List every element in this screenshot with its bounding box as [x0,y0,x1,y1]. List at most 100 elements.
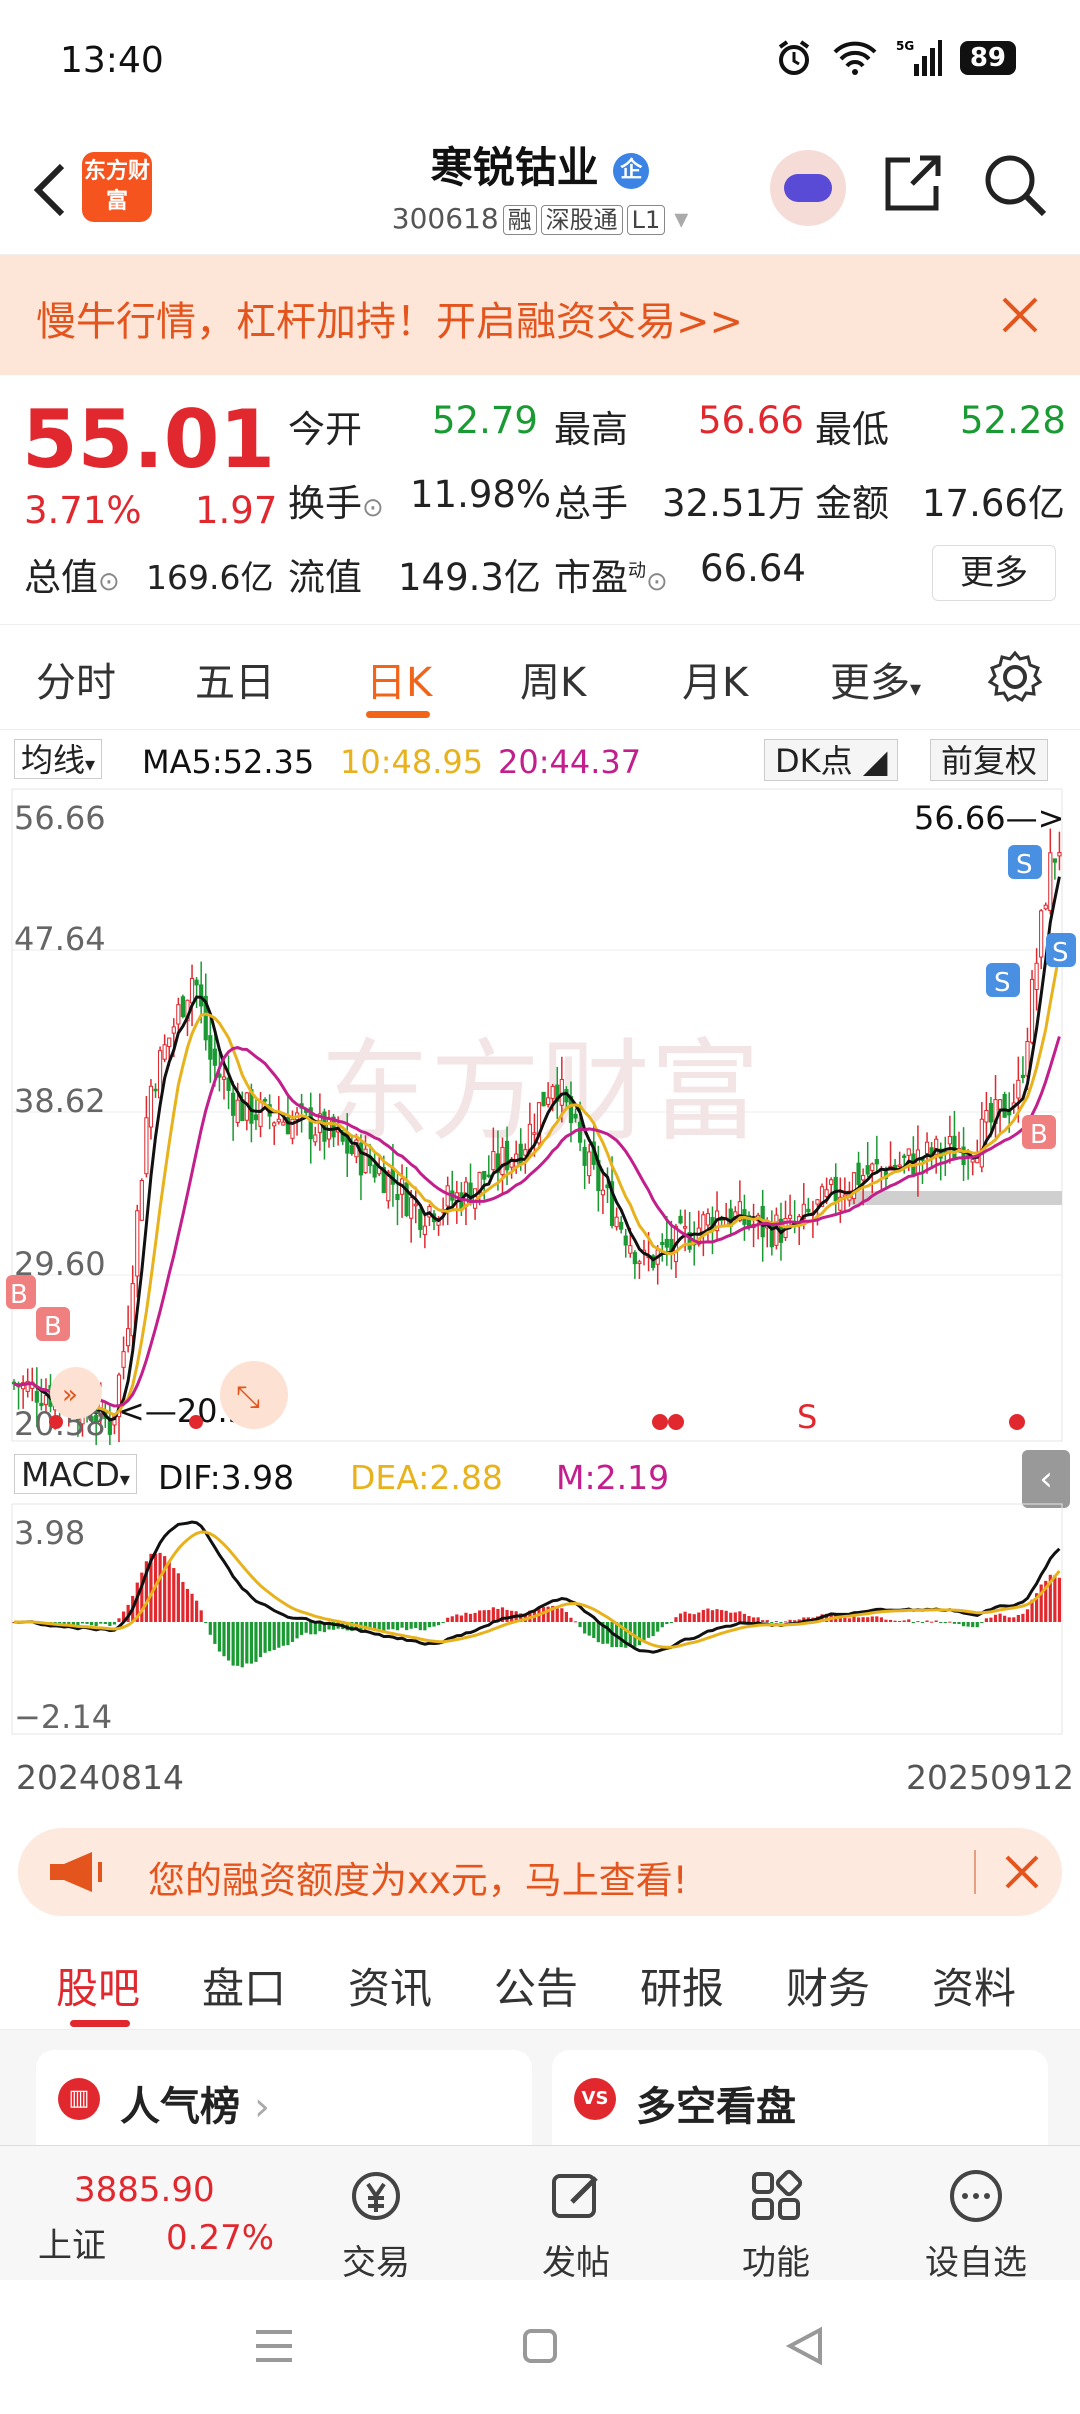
sell-marker[interactable]: S [1046,933,1076,968]
candle [504,1140,510,1171]
post-button[interactable]: 发帖 [506,2166,646,2284]
y-tick-2: 47.64 [14,920,106,958]
tab-weekly-k[interactable]: 周K [520,650,586,708]
indicator-selector[interactable]: 均线▾ [14,739,103,779]
macd-bar [770,1622,774,1624]
candle [559,1079,564,1106]
adjust-button[interactable]: 前复权 [930,739,1049,781]
candle [148,1085,154,1128]
macd-bar [761,1620,765,1622]
candle [541,1091,546,1107]
candle [861,1175,866,1181]
candle [632,1252,637,1265]
dk-point-button[interactable]: DK点 ◢ [764,739,899,781]
candle [1002,1093,1007,1118]
tab-research[interactable]: 研报 [640,1955,724,2016]
alarm-icon [778,40,809,75]
macd-bar [688,1613,692,1622]
turnover-label[interactable]: 换手⊙ [288,473,384,527]
scroll-left-icon[interactable]: » [50,1367,102,1419]
open-label: 今开 [288,408,362,451]
tab-news[interactable]: 资讯 [348,1955,432,2016]
close-icon[interactable] [1004,1854,1040,1890]
back-triangle-icon[interactable] [786,2326,826,2366]
search-icon[interactable] [980,150,1050,220]
financing-notice[interactable]: 您的融资额度为xx元，马上查看! [18,1828,1062,1916]
candle [194,979,199,986]
signal-dot [49,1415,63,1429]
more-button[interactable]: 更多 [932,545,1056,601]
macd-bar [569,1617,573,1622]
macd-bar [386,1622,390,1630]
tab-profile[interactable]: 资料 [932,1955,1016,2016]
macd-legend-bar: MACD▾ DIF:3.98 DEA:2.88 M:2.19 ‹ [0,1450,1080,1508]
expand-icon[interactable]: ⤡ [220,1361,288,1429]
ma5-value: MA5:52.35 [142,743,315,781]
share-icon[interactable] [880,150,946,216]
promo-banner[interactable]: 慢牛行情，杠杆加持！开启融资交易>> [0,255,1080,375]
macd-bar [884,1619,888,1622]
macd-y-top: 3.98 [14,1514,85,1552]
functions-button[interactable]: 功能 [706,2166,846,2284]
macd-bar [423,1622,427,1631]
add-watchlist-button[interactable]: 设自选 [906,2166,1046,2284]
macd-svg: 3.98 −2.14 [11,1503,1063,1736]
amount-value: 17.66亿 [922,482,1065,525]
macd-bar [925,1620,929,1622]
candlestick-chart[interactable]: 东方财富 56.66 47.64 38.62 29.60 20.58 56.66… [0,785,1080,1454]
macd-bar [765,1620,769,1622]
pe-label[interactable]: 市盈动⊙ [554,547,668,601]
macd-bar [578,1622,582,1628]
buy-marker[interactable]: B [36,1307,70,1342]
dif-value: DIF:3.98 [158,1458,295,1497]
tab-pankou[interactable]: 盘口 [202,1955,286,2016]
macd-bar [715,1609,719,1622]
tab-guba[interactable]: 股吧 [56,1955,140,2016]
candle [970,1158,975,1163]
candle [500,1146,505,1176]
macd-bar [669,1622,673,1623]
tab-minute[interactable]: 分时 [36,650,116,708]
candle [546,1097,551,1105]
tab-daily-k[interactable]: 日K [366,650,432,708]
macd-selector[interactable]: MACD▾ [14,1454,137,1494]
tab-finance[interactable]: 财务 [786,1955,870,2016]
candle [924,1141,930,1155]
tab-more[interactable]: 更多▾ [830,650,921,708]
macd-bar [656,1622,660,1632]
mcap-label[interactable]: 总值⊙ [24,547,120,601]
tab-monthly-k[interactable]: 月K [682,650,748,708]
tab-announcement[interactable]: 公告 [494,1955,578,2016]
macd-chart[interactable]: 3.98 −2.14 [0,1500,1080,1740]
volume-label: 总手 [554,482,628,525]
home-square-icon[interactable] [522,2328,558,2364]
buy-marker[interactable]: B [6,1275,36,1310]
menu-icon[interactable] [254,2328,294,2364]
macd-bar [697,1612,701,1622]
candle [582,1146,587,1166]
buy-marker[interactable]: B [1022,1115,1056,1150]
sell-marker[interactable]: S [986,963,1020,998]
sell-marker[interactable]: S [1008,845,1042,880]
macd-bar [213,1622,217,1644]
macd-bar [222,1622,226,1657]
candle [221,1076,227,1080]
candle [787,1214,793,1219]
candle [281,1121,286,1126]
close-icon[interactable] [1000,295,1040,335]
candle [212,1048,217,1066]
trade-button[interactable]: 交易 [306,2166,446,2284]
candle [349,1145,354,1155]
macd-bar [948,1621,952,1623]
candle [418,1208,423,1230]
ma-legend-bar: 均线▾ MA5:52.35 10:48.95 20:44.37 DK点 ◢ 前复… [0,735,1080,785]
y-tick-top: 56.66 [14,799,106,837]
macd-bar [870,1616,874,1622]
tab-five-day[interactable]: 五日 [195,650,275,708]
settings-gear-icon[interactable] [985,647,1045,707]
assistant-avatar-icon[interactable] [770,150,846,226]
macd-bar [660,1622,664,1628]
macd-bar [473,1612,477,1622]
index-ticker[interactable]: 3885.90 上证 0.27% [0,2146,300,2281]
candle [139,1180,144,1221]
